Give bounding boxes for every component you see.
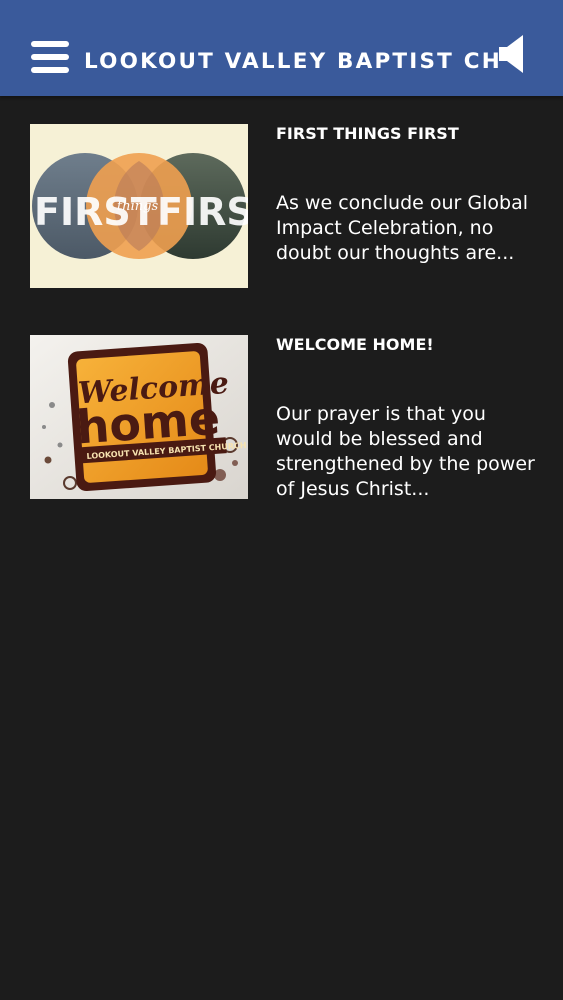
image-text-things: things	[117, 199, 158, 214]
feed-item-image[interactable]: FIRST things FIRST	[30, 124, 248, 288]
feed-item-title: FIRST THINGS FIRST	[276, 124, 459, 143]
app-title: LOOKOUT VALLEY BAPTIST CHURCH	[84, 49, 498, 74]
feed-item-description: Our prayer is that you would be blessed …	[276, 403, 535, 500]
feed-item-description: As we conclude our Global Impact Celebra…	[276, 192, 529, 264]
hamburger-menu-icon[interactable]	[31, 41, 69, 73]
app-header: LOOKOUT VALLEY BAPTIST CHURCH	[0, 0, 563, 96]
image-text-first-right: FIRST	[157, 190, 248, 234]
feed-item-title: WELCOME HOME!	[276, 335, 434, 354]
feed-item-image[interactable]: Welcome home LOOKOUT VALLEY BAPTIST CHUR…	[30, 335, 248, 499]
feed-item[interactable]: FIRST things FIRST FIRST THINGS FIRST As…	[0, 124, 563, 299]
speaker-icon[interactable]	[497, 33, 527, 75]
feed-item[interactable]: Welcome home LOOKOUT VALLEY BAPTIST CHUR…	[0, 335, 563, 510]
